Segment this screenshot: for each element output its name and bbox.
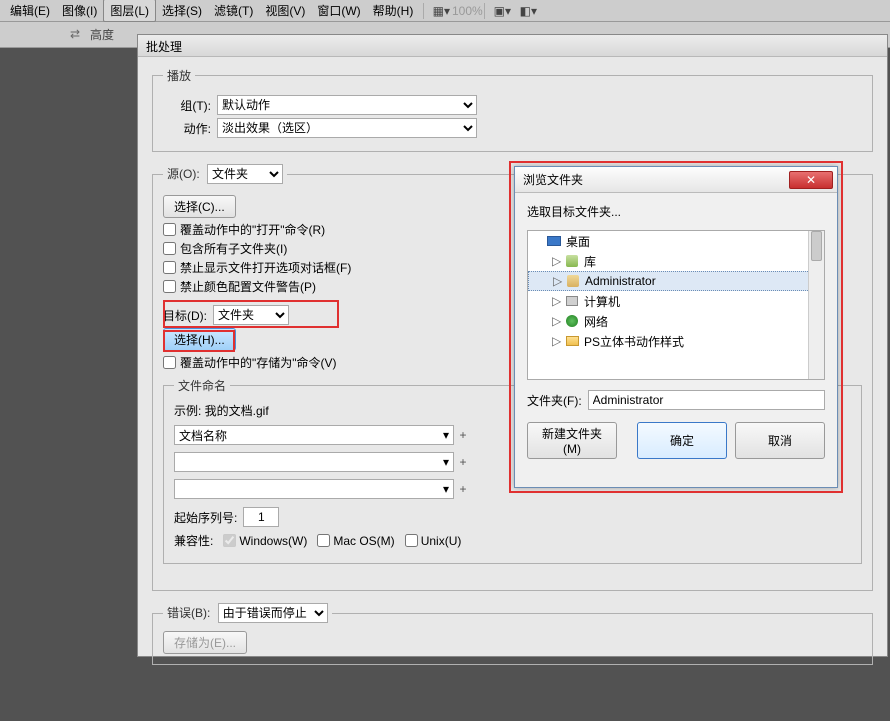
tree-item-label: PS立体书动作样式 (584, 333, 684, 350)
tree-item[interactable]: ▷ PS立体书动作样式 (528, 331, 824, 351)
suppress-profile-warn-checkbox[interactable] (163, 280, 176, 293)
override-open-label: 覆盖动作中的"打开"命令(R) (180, 221, 325, 238)
expander-icon[interactable]: ▷ (552, 314, 564, 328)
suppress-profile-warn-label: 禁止颜色配置文件警告(P) (180, 278, 316, 295)
tree-item-label: 桌面 (566, 233, 590, 250)
filename-part-1[interactable]: 文档名称▾ (174, 425, 454, 445)
scroll-thumb[interactable] (811, 231, 822, 261)
close-icon: ✕ (806, 173, 816, 187)
compat-unix-label: Unix(U) (421, 534, 462, 548)
target-label: 目标(D): (163, 307, 207, 324)
chevron-down-icon: ▾ (443, 482, 449, 496)
include-subfolders-label: 包含所有子文件夹(I) (180, 240, 287, 257)
chevron-down-icon: ▾ (443, 455, 449, 469)
action-select[interactable]: 淡出效果（选区） (217, 118, 477, 138)
browse-folder-dialog: 浏览文件夹 ✕ 选取目标文件夹... 桌面▷库▷Administrator▷计算… (514, 166, 838, 488)
group-select[interactable]: 默认动作 (217, 95, 477, 115)
height-label: 高度 (90, 26, 114, 43)
folder-name-input[interactable] (588, 390, 825, 410)
lib-icon (564, 254, 580, 268)
action-label: 动作: (163, 120, 211, 137)
start-seq-input[interactable] (243, 507, 279, 527)
compat-mac-label: Mac OS(M) (333, 534, 394, 548)
tree-item[interactable]: ▷ 网络 (528, 311, 824, 331)
folder-field-label: 文件夹(F): (527, 392, 582, 409)
close-button[interactable]: ✕ (789, 171, 833, 189)
menu-edit[interactable]: 编辑(E) (4, 0, 56, 21)
source-choose-button[interactable]: 选择(C)... (163, 195, 236, 218)
scrollbar[interactable] (808, 231, 824, 379)
override-save-checkbox[interactable] (163, 356, 176, 369)
source-type-select[interactable]: 文件夹 (207, 164, 283, 184)
tree-item[interactable]: ▷ Administrator (528, 271, 824, 291)
target-type-select[interactable]: 文件夹 (213, 305, 289, 325)
errors-group: 错误(B): 由于错误而停止 存储为(E)... (152, 603, 873, 665)
override-save-label: 覆盖动作中的"存储为"命令(V) (180, 354, 337, 371)
compat-windows-label: Windows(W) (239, 534, 307, 548)
filename-part-3[interactable]: ▾ (174, 479, 454, 499)
separator (484, 3, 485, 19)
include-subfolders-checkbox[interactable] (163, 242, 176, 255)
tree-item[interactable]: 桌面 (528, 231, 824, 251)
save-as-button: 存储为(E)... (163, 631, 247, 654)
play-group: 播放 组(T): 默认动作 动作: 淡出效果（选区） (152, 67, 873, 152)
monitor-icon (546, 234, 562, 248)
tree-item-label: Administrator (585, 274, 656, 288)
screen-mode-icon[interactable]: ▦▾ (431, 3, 451, 19)
cancel-button[interactable]: 取消 (735, 422, 825, 459)
errors-select[interactable]: 由于错误而停止 (218, 603, 328, 623)
plus-icon: + (454, 428, 472, 442)
expander-icon[interactable]: ▷ (552, 334, 564, 348)
filename-part-2[interactable]: ▾ (174, 452, 454, 472)
folder-icon (564, 334, 580, 348)
doc-layout-icon[interactable]: ◧▾ (518, 3, 538, 19)
network-icon (564, 314, 580, 328)
menu-filter[interactable]: 滤镜(T) (208, 0, 259, 21)
separator (423, 3, 424, 19)
suppress-open-dialog-label: 禁止显示文件打开选项对话框(F) (180, 259, 351, 276)
browse-dialog-title: 浏览文件夹 (523, 171, 583, 188)
tree-item-label: 计算机 (584, 293, 620, 310)
menu-bar: 编辑(E) 图像(I) 图层(L) 选择(S) 滤镜(T) 视图(V) 窗口(W… (0, 0, 890, 22)
arrange-icon[interactable]: ▣▾ (492, 3, 512, 19)
ok-button[interactable]: 确定 (637, 422, 727, 459)
override-open-checkbox[interactable] (163, 223, 176, 236)
menu-window[interactable]: 窗口(W) (311, 0, 366, 21)
tree-item[interactable]: ▷库 (528, 251, 824, 271)
folder-tree[interactable]: 桌面▷库▷Administrator▷计算机▷网络▷PS立体书动作样式 (527, 230, 825, 380)
compat-label: 兼容性: (174, 532, 213, 549)
menu-layer[interactable]: 图层(L) (103, 0, 156, 22)
browse-prompt: 选取目标文件夹... (527, 203, 825, 220)
zoom-value[interactable]: 100% (457, 3, 477, 19)
plus-icon: + (454, 482, 472, 496)
menu-help[interactable]: 帮助(H) (367, 0, 420, 21)
computer-icon (564, 294, 580, 308)
expander-icon[interactable]: ▷ (553, 274, 565, 288)
errors-legend: 错误(B): 由于错误而停止 (163, 603, 332, 623)
batch-dialog-title: 批处理 (138, 35, 887, 57)
tree-item[interactable]: ▷ 计算机 (528, 291, 824, 311)
expander-icon[interactable]: ▷ (552, 254, 564, 268)
new-folder-button[interactable]: 新建文件夹 (M) (527, 422, 617, 459)
swap-icon[interactable]: ⇄ (70, 27, 80, 41)
tree-item-label: 库 (584, 253, 596, 270)
group-label: 组(T): (163, 97, 211, 114)
start-seq-label: 起始序列号: (174, 509, 237, 526)
menu-view[interactable]: 视图(V) (259, 0, 311, 21)
plus-icon: + (454, 455, 472, 469)
chevron-down-icon: ▾ (443, 428, 449, 442)
compat-mac-checkbox[interactable] (317, 534, 330, 547)
user-icon (565, 274, 581, 288)
tree-item-label: 网络 (584, 313, 608, 330)
expander-icon[interactable]: ▷ (552, 294, 564, 308)
compat-unix-checkbox[interactable] (405, 534, 418, 547)
target-select-button[interactable]: 选择(H)... (163, 328, 236, 351)
source-legend: 源(O): 文件夹 (163, 164, 287, 184)
suppress-open-dialog-checkbox[interactable] (163, 261, 176, 274)
menu-select[interactable]: 选择(S) (156, 0, 208, 21)
menu-image[interactable]: 图像(I) (56, 0, 103, 21)
filename-legend: 文件命名 (174, 377, 230, 394)
play-legend: 播放 (163, 67, 195, 84)
compat-windows-checkbox (223, 534, 236, 547)
